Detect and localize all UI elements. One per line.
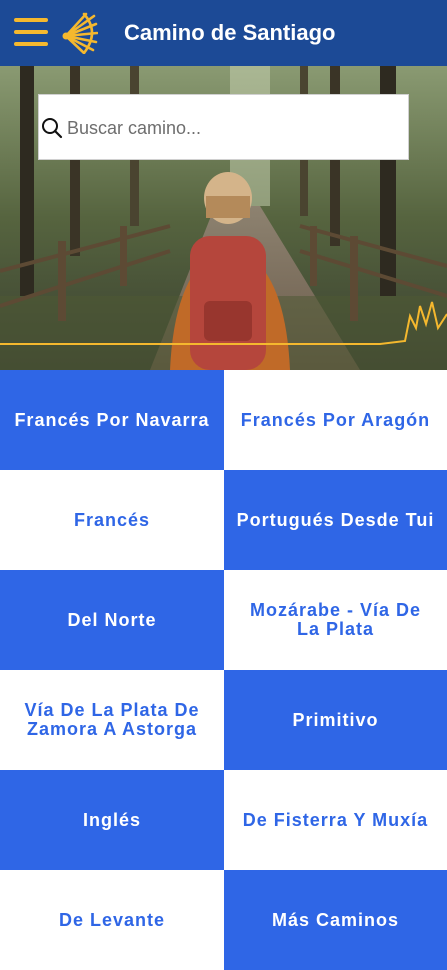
route-tile-mas-caminos[interactable]: Más Caminos bbox=[224, 870, 447, 970]
route-tile-de-fisterra-y-muxia[interactable]: De Fisterra Y Muxía bbox=[224, 770, 447, 870]
route-tile-frances-por-aragon[interactable]: Francés Por Aragón bbox=[224, 370, 447, 470]
route-tile-frances[interactable]: Francés bbox=[0, 470, 224, 570]
app-title: Camino de Santiago bbox=[124, 20, 336, 45]
route-tile-frances-por-navarra[interactable]: Francés Por Navarra bbox=[0, 370, 224, 470]
route-tile-primitivo[interactable]: Primitivo bbox=[224, 670, 447, 770]
hamburger-menu-icon[interactable] bbox=[14, 18, 48, 46]
app-header: Camino de Santiago bbox=[0, 0, 447, 66]
route-tile-portugues-desde-tui[interactable]: Portugués Desde Tui bbox=[224, 470, 447, 570]
route-grid: Francés Por Navarra Francés Por Aragón F… bbox=[0, 370, 447, 970]
route-tile-mozarabe-via-de-la-plata[interactable]: Mozárabe - Vía De La Plata bbox=[224, 570, 447, 670]
route-tile-de-levante[interactable]: De Levante bbox=[0, 870, 224, 970]
search-bar[interactable] bbox=[38, 94, 409, 161]
scallop-shell-icon bbox=[62, 12, 98, 54]
search-input[interactable] bbox=[65, 95, 399, 161]
search-icon bbox=[42, 118, 63, 139]
route-tile-del-norte[interactable]: Del Norte bbox=[0, 570, 224, 670]
route-tile-ingles[interactable]: Inglés bbox=[0, 770, 224, 870]
route-tile-via-de-la-plata-zamora-astorga[interactable]: Vía De La Plata De Zamora A Astorga bbox=[0, 670, 224, 770]
